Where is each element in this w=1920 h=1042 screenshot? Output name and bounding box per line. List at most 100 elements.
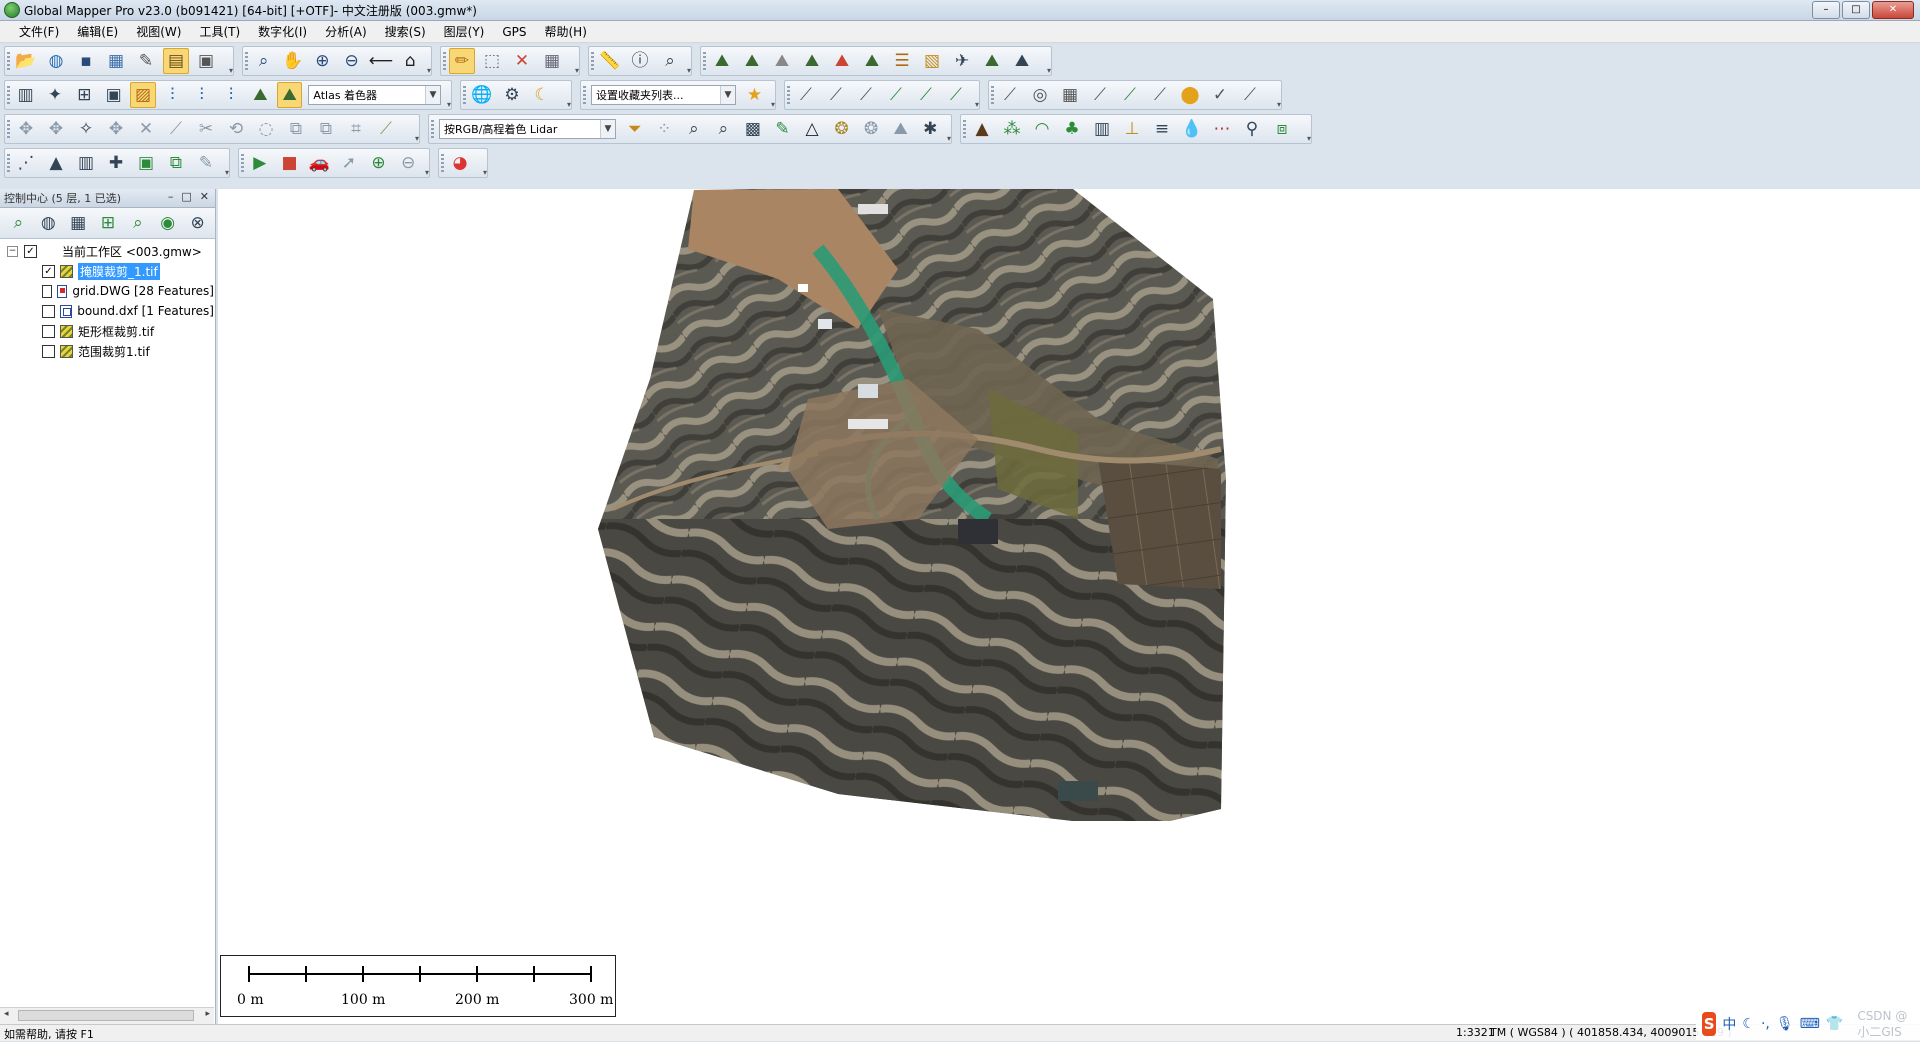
layer-globe-icon[interactable]: ◍	[36, 210, 61, 236]
target-icon[interactable]: ◎	[1027, 82, 1053, 108]
merge-icon[interactable]: ⧉	[283, 116, 309, 142]
color-wheel-icon[interactable]: ◕	[447, 150, 473, 176]
mountain-icon[interactable]: ▲	[43, 150, 69, 176]
find-icon[interactable]: ⌕	[657, 48, 683, 74]
gps-add-icon[interactable]: ✚	[103, 150, 129, 176]
workspace-checkbox[interactable]: ✓	[24, 244, 37, 258]
line-tool-5-icon[interactable]: ⟋	[913, 82, 939, 108]
city-icon[interactable]: ▥	[73, 150, 99, 176]
zoom-in-icon[interactable]: ⊕	[310, 48, 335, 74]
minimize-button[interactable]: –	[1812, 1, 1840, 19]
zoom-to-layer-icon[interactable]: ⌕	[6, 210, 31, 236]
home-icon[interactable]: ⌂	[398, 48, 423, 74]
viewshed-icon[interactable]: ⛰	[799, 48, 825, 74]
menu-search[interactable]: 搜索(S)	[376, 21, 435, 43]
layer-remove-icon[interactable]: ⊗	[185, 210, 210, 236]
measure-tape-icon[interactable]: ⟋	[373, 116, 399, 142]
gps-track-icon[interactable]: ⋰	[13, 150, 39, 176]
triangle-icon[interactable]: △	[799, 116, 825, 142]
moon-icon[interactable]: ☾	[1742, 1016, 1755, 1032]
pan-hand-icon[interactable]: ✋	[280, 48, 305, 74]
select-zoom-icon[interactable]: ⌕	[251, 48, 276, 74]
menu-file[interactable]: 文件(F)	[10, 21, 68, 43]
split-icon[interactable]: ✕	[133, 116, 159, 142]
zoom-out-icon[interactable]: ⊖	[339, 48, 364, 74]
shader-select[interactable]: Atlas 着色器 ▼	[308, 85, 441, 105]
line-draw-icon[interactable]: ⟋	[163, 116, 189, 142]
line-tool-4-icon[interactable]: ⟋	[883, 82, 909, 108]
layer-row[interactable]: ✓ 掩膜裁剪_1.tif	[0, 261, 214, 281]
building-icon[interactable]: ▥	[1089, 116, 1115, 142]
med-veg-icon[interactable]: ◠	[1029, 116, 1055, 142]
lidar-grid-icon[interactable]: ▩	[740, 116, 766, 142]
gps-layers-icon[interactable]: ⧉	[163, 150, 189, 176]
tree-icon[interactable]: ♣	[1059, 116, 1085, 142]
lidar-point-search-icon[interactable]: ⌕	[711, 116, 737, 142]
panel-minimize-button[interactable]: –	[168, 190, 174, 203]
info-icon[interactable]: ⓘ	[627, 48, 653, 74]
rect-select-icon[interactable]: ⬚	[479, 48, 505, 74]
water-icon[interactable]: 💧	[1179, 116, 1205, 142]
overview-icon[interactable]: ▣	[193, 48, 219, 74]
lidar-surface-icon[interactable]: ⛰	[888, 116, 914, 142]
move-feature-icon[interactable]: ✥	[103, 116, 129, 142]
pathfinder-icon[interactable]: ⊞	[72, 82, 97, 108]
line-tool-2-icon[interactable]: ⟋	[823, 82, 849, 108]
globe-icon[interactable]: ◍	[43, 48, 69, 74]
scrollbar-thumb[interactable]	[18, 1010, 194, 1021]
attribute-table-icon[interactable]: ▦	[539, 48, 565, 74]
noise-icon[interactable]: ⋯	[1209, 116, 1235, 142]
contour-icon[interactable]: ⛰	[859, 48, 885, 74]
menu-digitize[interactable]: 数字化(I)	[249, 21, 316, 43]
hillshade-icon[interactable]: ⛰	[248, 82, 273, 108]
favorite-star-icon[interactable]: ★	[742, 82, 767, 108]
keyboard-icon[interactable]: ⌨	[1800, 1016, 1820, 1032]
menu-edit[interactable]: 编辑(E)	[68, 21, 127, 43]
3d-terrain-icon[interactable]: ⛰	[1009, 48, 1035, 74]
line-tool-1-icon[interactable]: ⟋	[793, 82, 819, 108]
layer-row[interactable]: 范围裁剪1.tif	[0, 341, 214, 361]
delete-x-icon[interactable]: ✕	[509, 48, 535, 74]
elevation-icon[interactable]: ⛰	[979, 48, 1005, 74]
line-tool-6-icon[interactable]: ⟋	[943, 82, 969, 108]
collapse-icon[interactable]: −	[7, 245, 18, 257]
panel-close-button[interactable]: ✕	[200, 190, 209, 203]
wrench-icon[interactable]: ✎	[133, 48, 159, 74]
edit-tool-5-icon[interactable]: ⟋	[1147, 82, 1173, 108]
lidar-classify-icon[interactable]: ⁘	[652, 116, 678, 142]
menu-view[interactable]: 视图(W)	[127, 21, 190, 43]
panel-float-button[interactable]: □	[181, 190, 191, 203]
play-icon[interactable]: ▶	[247, 150, 273, 176]
open-folder-icon[interactable]: 📂	[13, 48, 39, 74]
3d-view-icon[interactable]: ▣	[101, 82, 126, 108]
slope-icon[interactable]: ☰	[889, 48, 915, 74]
add-vertex-icon[interactable]: ✥	[43, 116, 69, 142]
layer-row[interactable]: 矩形框裁剪.tif	[0, 321, 214, 341]
ground-icon[interactable]: ▲	[969, 116, 995, 142]
grid-tool-icon[interactable]: ▦	[1057, 82, 1083, 108]
edit-tool-4-icon[interactable]: ⟋	[1117, 82, 1143, 108]
maximize-button[interactable]: □	[1842, 1, 1870, 19]
favorites-select[interactable]: 设置收藏夹列表... ▼	[591, 85, 736, 105]
low-veg-icon[interactable]: ⁂	[999, 116, 1025, 142]
scroll-right-icon[interactable]: ▸	[205, 1009, 210, 1019]
layer-table-icon[interactable]: ▦	[66, 210, 91, 236]
contour-shader-icon[interactable]: ⫶	[189, 82, 214, 108]
volume-icon[interactable]: ⛰	[769, 48, 795, 74]
map-layout-icon[interactable]: ▧	[919, 48, 945, 74]
workspace-root[interactable]: − ✓ 当前工作区 <003.gmw>	[0, 241, 214, 261]
lidar-filter-icon[interactable]: ⏷	[622, 116, 648, 142]
layer-row[interactable]: grid.DWG [28 Features]	[0, 281, 214, 301]
menu-gps[interactable]: GPS	[493, 21, 535, 43]
lidar-edit-icon[interactable]: ✎	[770, 116, 796, 142]
back-arrow-icon[interactable]: ⟵	[368, 48, 393, 74]
lidar-bug-icon[interactable]: ✱	[917, 116, 943, 142]
layer-visibility-icon[interactable]: ◉	[155, 210, 180, 236]
sun-shade-icon[interactable]: ⫶	[218, 82, 243, 108]
workspace-icon[interactable]: ▦	[103, 48, 129, 74]
overlap-icon[interactable]: ⧈	[1269, 116, 1295, 142]
close-button[interactable]: ✕	[1872, 1, 1914, 19]
online-data-icon[interactable]: 🌐	[469, 82, 495, 108]
move-vertex-icon[interactable]: ✥	[13, 116, 39, 142]
ruler-icon[interactable]: 📏	[597, 48, 623, 74]
